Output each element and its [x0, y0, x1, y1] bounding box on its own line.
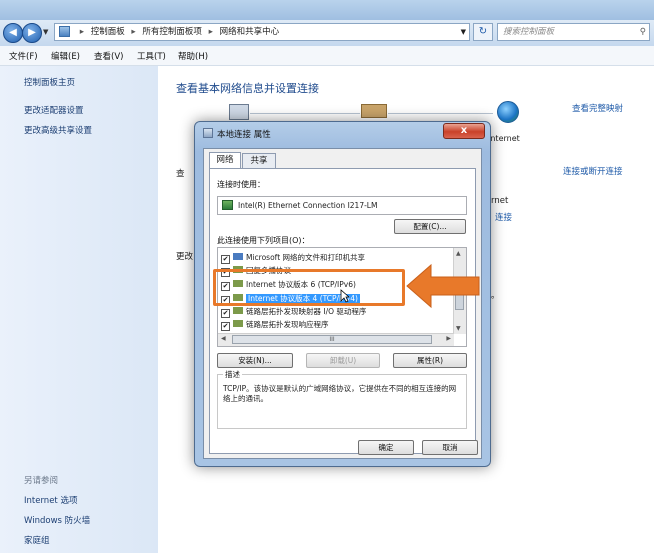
breadcrumb-control-panel[interactable]: 控制面板 [91, 27, 125, 37]
network-tab-page: 连接时使用： Intel(R) Ethernet Connection I217… [209, 168, 476, 454]
control-panel-icon [59, 26, 70, 37]
address-field[interactable]: ▸ 控制面板 ▸ 所有控制面板项 ▸ 网络和共享中心 ▼ [54, 23, 470, 41]
uninstall-button[interactable]: 卸载(U) [306, 353, 380, 368]
menu-edit[interactable]: 编辑(E) [51, 50, 80, 62]
link-internet-options[interactable]: Internet 选项 [24, 494, 77, 506]
scroll-left-icon[interactable]: ◀ [221, 335, 226, 342]
network-adapter-icon [222, 200, 233, 210]
search-icon[interactable]: ⚲ [640, 24, 646, 40]
see-also-heading: 另请参阅 [24, 476, 59, 486]
items-label: 此连接使用下列项目(O)： [217, 236, 310, 245]
network-line [250, 113, 360, 114]
dialog-title: 本地连接 属性 [217, 130, 271, 140]
link-windows-firewall[interactable]: Windows 防火墙 [24, 514, 90, 526]
partial-internet-text: rnet [491, 196, 509, 206]
list-item-label: Microsoft 网络的文件和打印机共享 [246, 253, 366, 262]
adapter-name-field: Intel(R) Ethernet Connection I217-LM [217, 196, 467, 215]
scrollbar-thumb[interactable]: III [232, 335, 432, 344]
list-item[interactable]: ✔ Microsoft 网络的文件和打印机共享 [221, 252, 366, 264]
horizontal-scrollbar[interactable]: ◀ III ▶ [218, 333, 454, 346]
checkbox[interactable]: ✔ [221, 322, 230, 331]
cancel-button[interactable]: 取消 [422, 440, 478, 455]
partial-connection-link[interactable]: 连接 [495, 211, 512, 223]
description-text: TCP/IP。该协议是默认的广域网络协议，它提供在不同的相互连接的网络上的通讯。 [223, 384, 457, 403]
checkbox[interactable]: ✔ [221, 309, 230, 318]
connect-using-label: 连接时使用： [217, 180, 265, 189]
link-homegroup[interactable]: 家庭组 [24, 534, 50, 546]
menu-file[interactable]: 文件(F) [9, 50, 38, 62]
list-item-label: 链路层拓扑发现映射器 I/O 驱动程序 [246, 307, 367, 316]
breadcrumb-all-items[interactable]: 所有控制面板项 [142, 27, 202, 37]
protocol-icon [233, 320, 243, 327]
list-item[interactable]: ✔ 链路层拓扑发现映射器 I/O 驱动程序 [221, 306, 367, 318]
network-line [388, 113, 493, 114]
tutorial-highlight-box [213, 269, 405, 306]
breadcrumb-network-center[interactable]: 网络和共享中心 [220, 27, 280, 37]
computer-icon [229, 104, 249, 120]
forward-button[interactable]: ▶ [22, 23, 42, 43]
page-title: 查看基本网络信息并设置连接 [176, 82, 319, 95]
close-button[interactable]: x [443, 123, 485, 139]
breadcrumb-separator-icon: ▸ [131, 27, 136, 37]
scroll-down-icon[interactable]: ▼ [456, 325, 461, 332]
link-change-adapter-settings[interactable]: 更改适配器设置 [24, 104, 84, 116]
search-input[interactable]: 搜索控制面板 ⚲ [497, 23, 650, 41]
search-placeholder: 搜索控制面板 [503, 27, 555, 37]
configure-button[interactable]: 配置(C)... [394, 219, 466, 234]
internet-label: Internet [488, 134, 520, 143]
left-nav-pane: 控制面板主页 更改适配器设置 更改高级共享设置 另请参阅 Internet 选项… [0, 66, 158, 553]
install-button[interactable]: 安装(N)... [217, 353, 293, 368]
description-legend: 描述 [223, 369, 242, 380]
scroll-up-icon[interactable]: ▲ [456, 250, 461, 257]
properties-button[interactable]: 属性(R) [393, 353, 467, 368]
view-full-map-link[interactable]: 查看完整映射 [572, 102, 623, 114]
scroll-right-icon[interactable]: ▶ [446, 335, 451, 342]
recent-pages-dropdown[interactable]: ▼ [43, 28, 48, 36]
breadcrumb-separator-icon: ▸ [208, 27, 213, 37]
menu-view[interactable]: 查看(V) [94, 50, 123, 62]
dialog-titlebar: 本地连接 属性 [203, 128, 271, 140]
partial-view-text: 查 [176, 169, 185, 179]
adapter-name: Intel(R) Ethernet Connection I217-LM [238, 201, 378, 210]
refresh-button[interactable]: ↻ [473, 23, 493, 41]
back-button[interactable]: ◀ [3, 23, 23, 43]
network-connection-icon [203, 128, 213, 138]
link-change-sharing-settings[interactable]: 更改高级共享设置 [24, 124, 92, 136]
ok-button[interactable]: 确定 [358, 440, 414, 455]
address-toolbar: ◀ ▶ ▼ ▸ 控制面板 ▸ 所有控制面板项 ▸ 网络和共享中心 ▼ ↻ 搜索控… [0, 20, 654, 47]
breadcrumb-separator-icon: ▸ [79, 27, 84, 37]
menu-help[interactable]: 帮助(H) [178, 50, 208, 62]
partial-period-text: 。 [491, 291, 500, 301]
tab-network[interactable]: 网络 [209, 152, 241, 169]
tutorial-arrow-icon [406, 263, 480, 309]
link-control-panel-home[interactable]: 控制面板主页 [24, 76, 75, 88]
checkbox[interactable]: ✔ [221, 255, 230, 264]
connect-disconnect-link[interactable]: 连接或断开连接 [563, 165, 623, 177]
window-titlebar [0, 0, 654, 22]
file-sharing-icon [233, 253, 243, 260]
network-bench-icon [361, 104, 387, 118]
partial-change-text: 更改 [176, 252, 194, 262]
internet-globe-icon [497, 101, 519, 123]
tab-sharing[interactable]: 共享 [242, 153, 276, 168]
mouse-cursor-icon [340, 289, 350, 303]
list-item[interactable]: ✔ 链路层拓扑发现响应程序 [221, 319, 329, 331]
menu-tools[interactable]: 工具(T) [137, 50, 166, 62]
protocol-icon [233, 307, 243, 314]
address-dropdown-icon[interactable]: ▼ [461, 24, 466, 40]
list-item-label: 链路层拓扑发现响应程序 [246, 320, 329, 329]
description-group: 描述 TCP/IP。该协议是默认的广域网络协议，它提供在不同的相互连接的网络上的… [217, 369, 467, 429]
menu-bar: 文件(F) 编辑(E) 查看(V) 工具(T) 帮助(H) [0, 46, 654, 66]
